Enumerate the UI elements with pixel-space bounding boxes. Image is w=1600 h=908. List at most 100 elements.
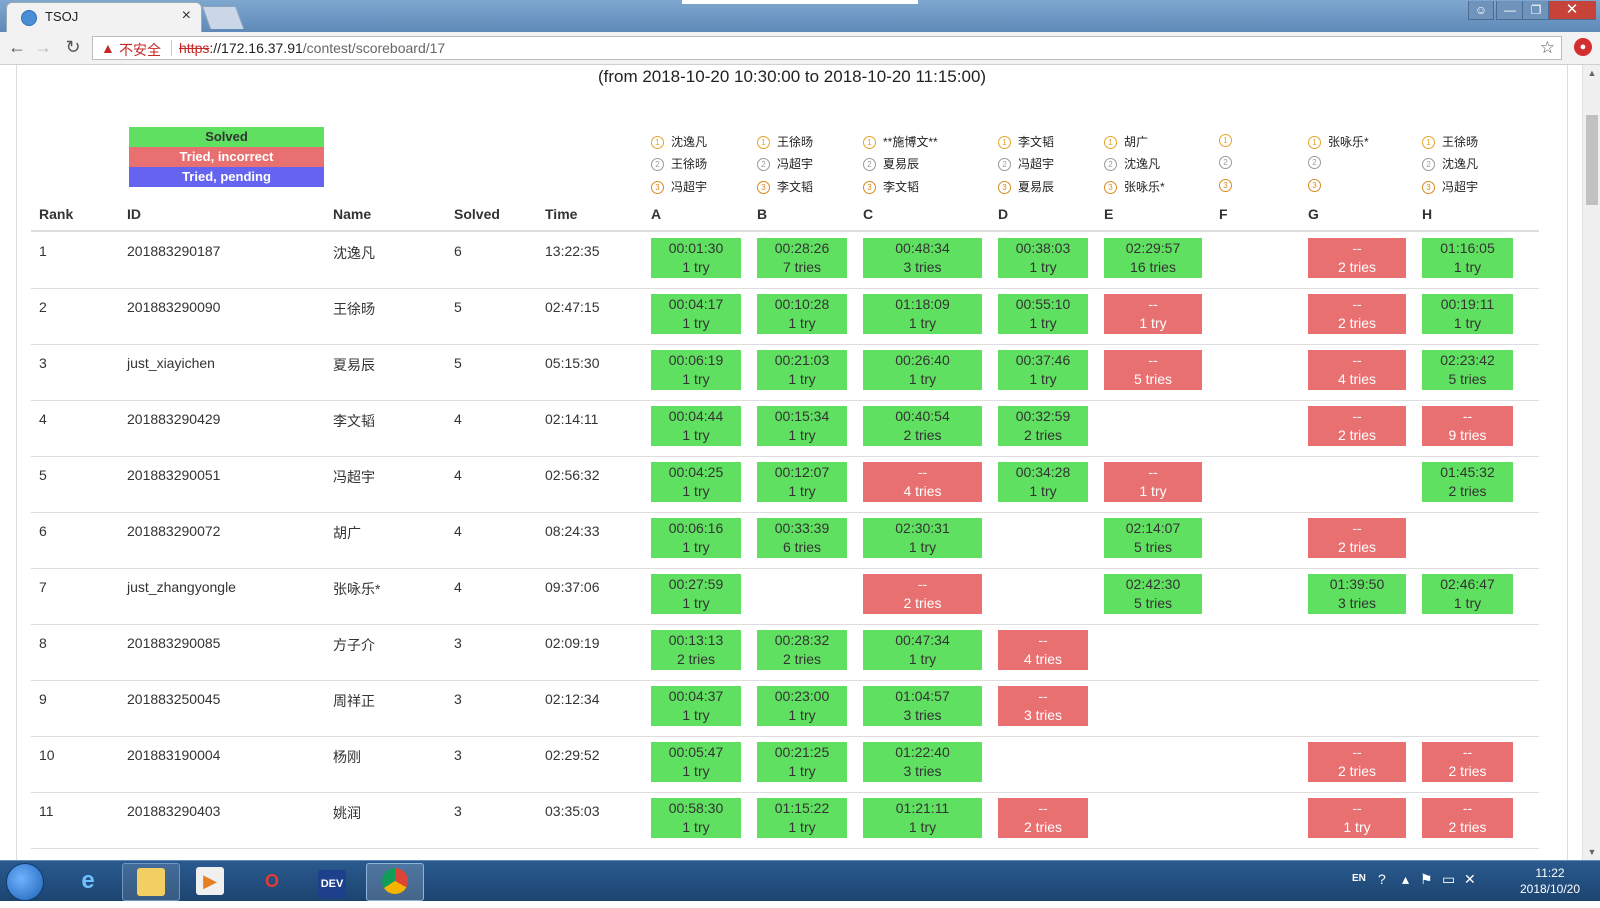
row-name[interactable]: 冯超宇	[333, 467, 375, 487]
solve-time: --	[917, 464, 928, 480]
problem-cell-e: -- 1 try	[1104, 294, 1202, 334]
try-count: 5 tries	[1133, 539, 1173, 555]
legend-solved: Solved	[129, 127, 324, 147]
tab-close-icon[interactable]: ×	[182, 7, 191, 25]
row-name[interactable]: 夏易辰	[333, 355, 375, 375]
row-name[interactable]: 方子介	[333, 635, 375, 655]
problem-cell-c: -- 2 tries	[863, 574, 982, 614]
row-name[interactable]: 王徐旸	[333, 299, 375, 319]
dev-cpp-icon[interactable]: DEV	[304, 863, 360, 899]
row-id[interactable]: just_zhangyongle	[127, 579, 236, 595]
silver-medal-icon: 2	[863, 158, 876, 171]
solve-time: 00:05:47	[668, 744, 724, 760]
row-id[interactable]: 201883290187	[127, 243, 220, 259]
bookmark-star-icon[interactable]: ☆	[1540, 38, 1555, 58]
row-id[interactable]: 201883290072	[127, 523, 220, 539]
problem-cell-d: 00:32:59 2 tries	[998, 406, 1088, 446]
try-count: 1 try	[682, 315, 710, 331]
close-window-button[interactable]: ✕	[1548, 1, 1596, 20]
row-id[interactable]: 201883290090	[127, 299, 220, 315]
row-name[interactable]: 周祥正	[333, 691, 375, 711]
row-id[interactable]: 201883290085	[127, 635, 220, 651]
header-rank[interactable]: Rank	[39, 206, 73, 222]
extension-icon[interactable]: ●	[1574, 38, 1592, 56]
header-name[interactable]: Name	[333, 206, 371, 222]
header-problem-b[interactable]: B	[757, 206, 767, 222]
header-problem-f[interactable]: F	[1219, 206, 1228, 222]
chrome-icon[interactable]	[366, 863, 424, 901]
system-clock[interactable]: 11:22 2018/10/20	[1510, 865, 1590, 897]
header-problem-d[interactable]: D	[998, 206, 1008, 222]
scrollbar-thumb[interactable]	[1586, 115, 1598, 205]
opera-icon[interactable]: O	[244, 863, 300, 899]
row-id[interactable]: 201883290051	[127, 467, 220, 483]
profile-button[interactable]: ☺	[1468, 1, 1494, 20]
tray-expand-icon[interactable]: ▴	[1402, 871, 1409, 888]
try-count: 1 try	[1029, 259, 1057, 275]
solve-time: 00:21:03	[774, 352, 830, 368]
header-problem-a[interactable]: A	[651, 206, 661, 222]
row-id[interactable]: 201883290429	[127, 411, 220, 427]
scroll-down-icon[interactable]: ▼	[1583, 844, 1600, 860]
solve-time: 01:21:11	[895, 800, 950, 816]
row-id[interactable]: 201883190004	[127, 747, 220, 763]
scroll-up-icon[interactable]: ▲	[1583, 65, 1600, 81]
row-id[interactable]: 201883250045	[127, 691, 220, 707]
row-name[interactable]: 沈逸凡	[333, 243, 375, 263]
first-solver-h-3: 3 冯超宇	[1422, 178, 1478, 195]
forward-arrow-icon[interactable]: →	[32, 37, 54, 58]
header-problem-c[interactable]: C	[863, 206, 873, 222]
problem-cell-b: 00:28:26 7 tries	[757, 238, 847, 278]
try-count: 2 tries	[1448, 483, 1487, 499]
page-scrollbar[interactable]: ▲ ▼	[1582, 65, 1600, 860]
new-tab-button[interactable]	[201, 6, 245, 29]
solve-time: 00:15:34	[774, 408, 830, 424]
back-arrow-icon[interactable]: ←	[6, 37, 28, 58]
row-id[interactable]: 201883290403	[127, 803, 220, 819]
problem-cell-g: -- 4 tries	[1308, 350, 1406, 390]
row-solved: 3	[454, 803, 462, 819]
row-id[interactable]: just_xiayichen	[127, 355, 215, 371]
insecure-label[interactable]: 不安全	[119, 40, 161, 60]
header-id[interactable]: ID	[127, 206, 141, 222]
try-count: 1 try	[682, 259, 710, 275]
row-name[interactable]: 李文韬	[333, 411, 375, 431]
row-name[interactable]: 姚润	[333, 803, 361, 823]
language-indicator[interactable]: EN	[1352, 873, 1366, 884]
header-solved[interactable]: Solved	[454, 206, 500, 222]
header-problem-g[interactable]: G	[1308, 206, 1319, 222]
row-divider	[31, 456, 1539, 457]
clock-time: 11:22	[1535, 866, 1565, 880]
folder-icon[interactable]	[122, 863, 180, 901]
browser-tab[interactable]: TSOJ ×	[6, 2, 202, 32]
maximize-button[interactable]: ❐	[1522, 1, 1550, 20]
action-center-flag-icon[interactable]: ⚑	[1420, 871, 1433, 888]
try-count: 1 try	[682, 427, 710, 443]
solve-time: 00:33:39	[774, 520, 830, 536]
problem-cell-a: 00:04:37 1 try	[651, 686, 741, 726]
row-name[interactable]: 杨刚	[333, 747, 361, 767]
row-name[interactable]: 张咏乐*	[333, 579, 380, 599]
start-button[interactable]	[6, 863, 44, 901]
reload-icon[interactable]: ↻	[62, 37, 84, 58]
media-player-icon[interactable]: ▶	[182, 863, 238, 899]
ie-icon[interactable]: e	[60, 863, 116, 899]
silver-medal-icon: 2	[998, 158, 1011, 171]
minimize-button[interactable]: —	[1496, 1, 1524, 20]
url-text[interactable]: https://172.16.37.91/contest/scoreboard/…	[179, 40, 445, 56]
row-name[interactable]: 胡广	[333, 523, 361, 543]
bronze-medal-icon: 3	[1219, 179, 1232, 192]
problem-cell-g: -- 1 try	[1308, 798, 1406, 838]
header-problem-e[interactable]: E	[1104, 206, 1113, 222]
address-bar[interactable]: ▲ 不安全 https://172.16.37.91/contest/score…	[92, 36, 1562, 60]
first-solver-name: 张咏乐*	[1328, 135, 1369, 149]
problem-cell-a: 00:06:16 1 try	[651, 518, 741, 558]
volume-muted-icon[interactable]: ✕	[1464, 871, 1476, 888]
row-solved: 3	[454, 747, 462, 763]
help-icon[interactable]: ?	[1378, 871, 1386, 887]
solve-time: --	[1462, 800, 1473, 816]
header-time[interactable]: Time	[545, 206, 577, 222]
network-icon[interactable]: ▭	[1442, 871, 1455, 888]
header-problem-h[interactable]: H	[1422, 206, 1432, 222]
silver-medal-icon: 2	[757, 158, 770, 171]
